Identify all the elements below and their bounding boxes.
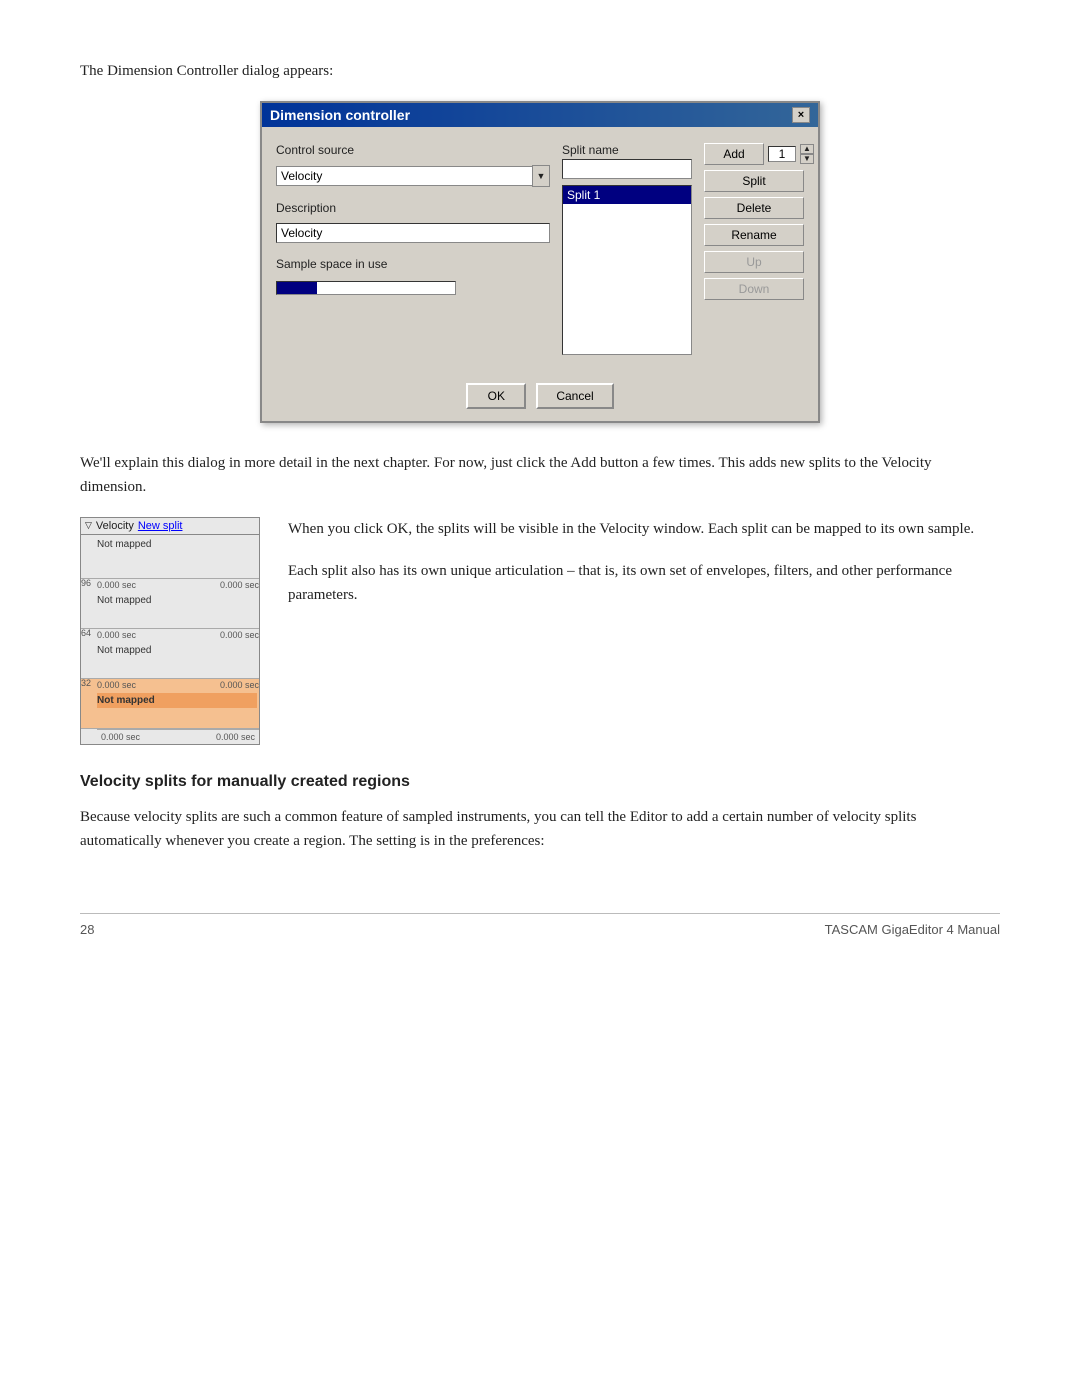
velocity-split-number-32: 32 xyxy=(81,679,91,688)
delete-button[interactable]: Delete xyxy=(704,197,804,219)
velocity-time-96-right: 0.000 sec xyxy=(220,580,259,590)
ok-button[interactable]: OK xyxy=(466,383,526,409)
manual-title: TASCAM GigaEditor 4 Manual xyxy=(825,922,1000,937)
velocity-time-row-64: 0.000 sec 0.000 sec xyxy=(97,629,259,641)
velocity-titlebar: ▽ Velocity New split xyxy=(81,518,259,535)
page-footer: 28 TASCAM GigaEditor 4 Manual xyxy=(80,913,1000,937)
velocity-split-number-64: 64 xyxy=(81,629,91,638)
split-list[interactable]: Split 1 xyxy=(562,185,692,355)
velocity-split-row-96: 96 0.000 sec 0.000 sec Not mapped xyxy=(81,579,259,629)
cancel-button[interactable]: Cancel xyxy=(536,383,613,409)
spinner-up-button[interactable]: ▲ xyxy=(800,144,814,154)
dialog-middle-column: Split name Split 1 xyxy=(562,143,692,355)
add-count-input[interactable] xyxy=(768,146,796,162)
dimension-controller-dialog: Dimension controller × Control source Ve… xyxy=(260,101,820,423)
velocity-split-row-top: Not mapped xyxy=(81,535,259,579)
dialog-footer: OK Cancel xyxy=(276,375,804,409)
velocity-window-section: ▽ Velocity New split Not mapped 96 0.000… xyxy=(80,517,1000,745)
velocity-time-32-right: 0.000 sec xyxy=(220,680,259,690)
dialog-title: Dimension controller xyxy=(270,107,410,123)
velocity-time-row-96: 0.000 sec 0.000 sec xyxy=(97,579,259,591)
velocity-time-96-left: 0.000 sec xyxy=(97,580,136,590)
sample-space-fill xyxy=(277,282,317,294)
down-button[interactable]: Down xyxy=(704,278,804,300)
sample-space-label: Sample space in use xyxy=(276,257,550,271)
dialog-titlebar: Dimension controller × xyxy=(262,103,818,127)
intro-text: The Dimension Controller dialog appears: xyxy=(80,60,1000,83)
up-button[interactable]: Up xyxy=(704,251,804,273)
velocity-title-text: Velocity xyxy=(96,520,134,532)
velocity-split-number-96: 96 xyxy=(81,579,91,588)
velocity-title-arrow: ▽ xyxy=(85,520,92,531)
para2b-text: Each split also has its own unique artic… xyxy=(288,559,1000,607)
velocity-bottom-time-right: 0.000 sec xyxy=(216,732,255,742)
spinner-down-button[interactable]: ▼ xyxy=(800,154,814,164)
velocity-split-body-64 xyxy=(97,658,257,674)
dialog-body: Control source Velocity ▼ Description Sa… xyxy=(262,127,818,421)
add-button[interactable]: Add xyxy=(704,143,764,165)
velocity-split-inner-32: Not mapped xyxy=(97,691,259,726)
velocity-split-inner-96: Not mapped xyxy=(97,591,259,626)
velocity-time-32-left: 0.000 sec xyxy=(97,680,136,690)
velocity-window: ▽ Velocity New split Not mapped 96 0.000… xyxy=(80,517,260,745)
description-label: Description xyxy=(276,201,550,215)
para2a-text: When you click OK, the splits will be vi… xyxy=(288,517,1000,541)
velocity-split-inner-64: Not mapped xyxy=(97,641,259,676)
split-name-field[interactable] xyxy=(562,159,692,179)
para1-text: We'll explain this dialog in more detail… xyxy=(80,451,1000,499)
velocity-split-inner-top: Not mapped xyxy=(97,535,259,564)
velocity-split-row-64: 64 0.000 sec 0.000 sec Not mapped xyxy=(81,629,259,679)
close-button[interactable]: × xyxy=(792,107,810,123)
velocity-time-row-32: 0.000 sec 0.000 sec xyxy=(97,679,259,691)
rename-button[interactable]: Rename xyxy=(704,224,804,246)
velocity-not-mapped-96: Not mapped xyxy=(97,593,257,608)
right-text-column: When you click OK, the splits will be vi… xyxy=(288,517,1000,625)
velocity-time-64-right: 0.000 sec xyxy=(220,630,259,640)
velocity-split-body-32 xyxy=(97,708,257,724)
select-dropdown-arrow[interactable]: ▼ xyxy=(532,165,550,187)
velocity-bottom-time-left: 0.000 sec xyxy=(101,732,140,742)
velocity-not-mapped-64: Not mapped xyxy=(97,643,257,658)
velocity-not-mapped-32: Not mapped xyxy=(97,693,257,708)
velocity-split-row-32: 32 0.000 sec 0.000 sec Not mapped xyxy=(81,679,259,729)
velocity-bottom-time-row: 0.000 sec 0.000 sec xyxy=(97,729,259,744)
velocity-splits-list: Not mapped 96 0.000 sec 0.000 sec Not ma… xyxy=(81,535,259,744)
velocity-split-body-top xyxy=(97,552,257,562)
dialog-right-column: Add ▲ ▼ Split Delete Rename Up Down xyxy=(704,143,804,355)
velocity-time-64-left: 0.000 sec xyxy=(97,630,136,640)
page-number: 28 xyxy=(80,922,94,937)
split-name-label: Split name xyxy=(562,143,692,157)
control-source-label: Control source xyxy=(276,143,550,157)
description-field[interactable] xyxy=(276,223,550,243)
velocity-new-split-text: New split xyxy=(138,520,183,532)
para3-text: Because velocity splits are such a commo… xyxy=(80,805,1000,853)
section-heading: Velocity splits for manually created reg… xyxy=(80,773,1000,791)
velocity-not-mapped-top: Not mapped xyxy=(97,537,257,552)
add-row: Add ▲ ▼ xyxy=(704,143,804,165)
dialog-content-row: Control source Velocity ▼ Description Sa… xyxy=(276,143,804,355)
sample-space-bar xyxy=(276,281,456,295)
control-source-wrapper: Velocity ▼ xyxy=(276,165,550,187)
add-count-spinner: ▲ ▼ xyxy=(800,144,814,164)
split-button[interactable]: Split xyxy=(704,170,804,192)
dialog-left-column: Control source Velocity ▼ Description Sa… xyxy=(276,143,550,355)
split-list-item[interactable]: Split 1 xyxy=(563,186,691,204)
velocity-split-body-96 xyxy=(97,608,257,624)
control-source-select[interactable]: Velocity xyxy=(276,166,532,186)
